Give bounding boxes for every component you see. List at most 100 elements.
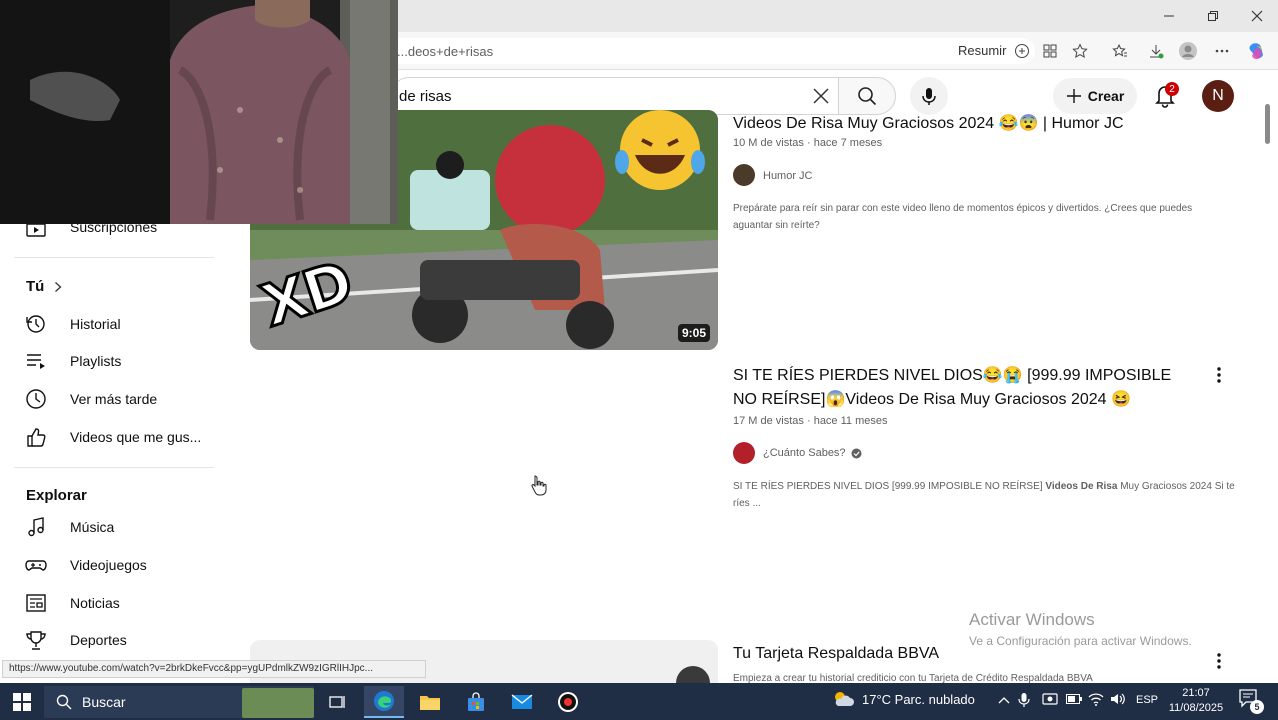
sidebar-section-you[interactable]: Tú xyxy=(26,278,62,295)
history-icon xyxy=(26,315,45,333)
battery-tray-icon[interactable] xyxy=(1066,694,1082,706)
microphone-icon xyxy=(1018,693,1030,707)
restore-button[interactable] xyxy=(1190,0,1236,32)
duration-badge: 9:05 xyxy=(677,324,710,342)
plus-icon xyxy=(1066,89,1081,103)
trophy-icon xyxy=(26,631,46,650)
create-button[interactable]: Crear xyxy=(1053,78,1137,114)
copilot-button[interactable] xyxy=(1246,40,1268,62)
notification-badge: 2 xyxy=(1165,82,1179,96)
page-scrollbar[interactable] xyxy=(1260,100,1274,680)
sidebar-item-history[interactable]: Historial xyxy=(14,306,214,342)
task-view-icon xyxy=(329,696,345,708)
recorder-app-button[interactable] xyxy=(548,686,588,718)
account-avatar[interactable]: N xyxy=(1202,80,1234,112)
video-meta: 17 M de vistas · hace 11 meses xyxy=(733,415,888,427)
language-indicator[interactable]: ESP xyxy=(1136,694,1158,706)
star-icon xyxy=(1072,43,1088,58)
search-input[interactable]: de risas xyxy=(391,88,452,105)
newspaper-icon xyxy=(26,594,46,612)
video-title[interactable]: SI TE RÍES PIERDES NIVEL DIOS😂😭 [999.99 … xyxy=(733,364,1193,412)
video-menu-button[interactable] xyxy=(1208,364,1230,386)
profile-icon xyxy=(1179,42,1197,60)
weather-text: 17°C Parc. nublado xyxy=(862,691,975,707)
watermark-subtitle: Ve a Configuración para activar Windows. xyxy=(969,634,1192,648)
mail-button[interactable] xyxy=(502,686,542,718)
clock-date: 11/08/2025 xyxy=(1168,702,1224,714)
apps-button[interactable] xyxy=(1039,40,1061,62)
profile-button[interactable] xyxy=(1177,40,1199,62)
restore-icon xyxy=(1208,11,1218,21)
minimize-icon xyxy=(1164,15,1174,17)
partly-cloudy-icon xyxy=(835,692,854,706)
favorites-button[interactable] xyxy=(1109,40,1131,62)
video-meta: 10 M de vistas · hace 7 meses xyxy=(733,137,883,149)
sidebar-item-watch-later[interactable]: Ver más tarde xyxy=(14,381,214,417)
resume-label[interactable]: Resumir xyxy=(958,43,1006,58)
notification-center-button[interactable]: 5 xyxy=(1238,688,1268,716)
store-button[interactable] xyxy=(456,686,496,718)
sidebar-item-label: Historial xyxy=(70,316,121,332)
search-icon xyxy=(56,694,72,710)
video-title[interactable]: Videos De Risa Muy Graciosos 2024 😂😨 | H… xyxy=(733,112,1203,136)
camera-tray-icon[interactable] xyxy=(1042,692,1058,708)
url-text[interactable]: ...deos+de+risas xyxy=(385,44,493,59)
start-button[interactable] xyxy=(2,686,42,718)
sidebar-item-news[interactable]: Noticias xyxy=(14,585,214,621)
windows-logo-icon xyxy=(13,693,31,711)
show-hidden-icons-button[interactable] xyxy=(998,692,1012,708)
section-heading: Tú xyxy=(26,278,45,295)
sidebar-item-sports[interactable]: Deportes xyxy=(14,622,214,658)
scrollbar-thumb[interactable] xyxy=(1265,104,1270,144)
copilot-icon xyxy=(1249,43,1263,60)
sidebar-item-liked-videos[interactable]: Videos que me gus... xyxy=(14,419,214,455)
clock[interactable]: 21:07 11/08/2025 xyxy=(1166,686,1226,716)
wifi-icon xyxy=(1088,693,1104,706)
sidebar-item-label: Noticias xyxy=(70,595,120,611)
favorites-icon xyxy=(1112,43,1127,57)
edge-icon xyxy=(374,691,394,711)
microphone-icon xyxy=(922,88,936,105)
weather-widget[interactable]: 17°C Parc. nublado xyxy=(832,690,975,708)
search-button[interactable] xyxy=(838,77,896,115)
channel-name[interactable]: Humor JC xyxy=(763,170,813,182)
channel-avatar[interactable] xyxy=(733,442,755,464)
close-window-button[interactable] xyxy=(1234,0,1278,32)
edge-taskbar-button[interactable] xyxy=(364,686,404,718)
downloads-button[interactable] xyxy=(1145,40,1167,62)
task-view-button[interactable] xyxy=(318,686,358,718)
sidebar-item-music[interactable]: Música xyxy=(14,509,214,545)
notification-count-badge: 5 xyxy=(1250,700,1264,714)
speaker-icon xyxy=(1111,693,1125,705)
channel-name-row[interactable]: ¿Cuánto Sabes? xyxy=(763,447,862,459)
immersive-reader-button[interactable] xyxy=(1011,40,1033,62)
clear-search-button[interactable] xyxy=(808,84,834,108)
ad-title[interactable]: Tu Tarjeta Respaldada BBVA xyxy=(733,642,939,666)
video-description: SI TE RÍES PIERDES NIVEL DIOS [999.99 IM… xyxy=(733,478,1243,512)
wifi-tray-icon[interactable] xyxy=(1088,692,1104,708)
ad-menu-button[interactable] xyxy=(1208,650,1230,672)
sidebar-item-playlists[interactable]: Playlists xyxy=(14,343,214,379)
address-bar[interactable]: ...deos+de+risas xyxy=(385,38,1035,64)
minimize-button[interactable] xyxy=(1146,0,1192,32)
webcam-image xyxy=(0,0,398,224)
description-highlight: Videos De Risa xyxy=(1045,481,1118,492)
sidebar-divider xyxy=(14,257,214,258)
favorite-star-button[interactable] xyxy=(1069,40,1091,62)
sidebar-item-gaming[interactable]: Videojuegos xyxy=(14,547,214,583)
create-label: Crear xyxy=(1087,88,1125,104)
voice-search-button[interactable] xyxy=(910,77,948,115)
section-heading-explore: Explorar xyxy=(26,487,87,504)
volume-tray-icon[interactable] xyxy=(1110,692,1126,708)
sidebar-item-label: Videojuegos xyxy=(70,557,147,573)
file-explorer-button[interactable] xyxy=(410,686,450,718)
channel-avatar[interactable] xyxy=(733,164,755,186)
more-menu-button[interactable] xyxy=(1211,40,1233,62)
microphone-tray-icon[interactable] xyxy=(1018,692,1034,708)
video-description: Prepárate para reír sin parar con este v… xyxy=(733,203,1193,231)
folder-icon xyxy=(420,696,440,710)
reader-icon xyxy=(1015,44,1029,58)
link-status-url: https://www.youtube.com/watch?v=2brkDkeF… xyxy=(2,660,426,678)
search-icon xyxy=(858,87,877,106)
ellipsis-icon xyxy=(1215,49,1229,53)
